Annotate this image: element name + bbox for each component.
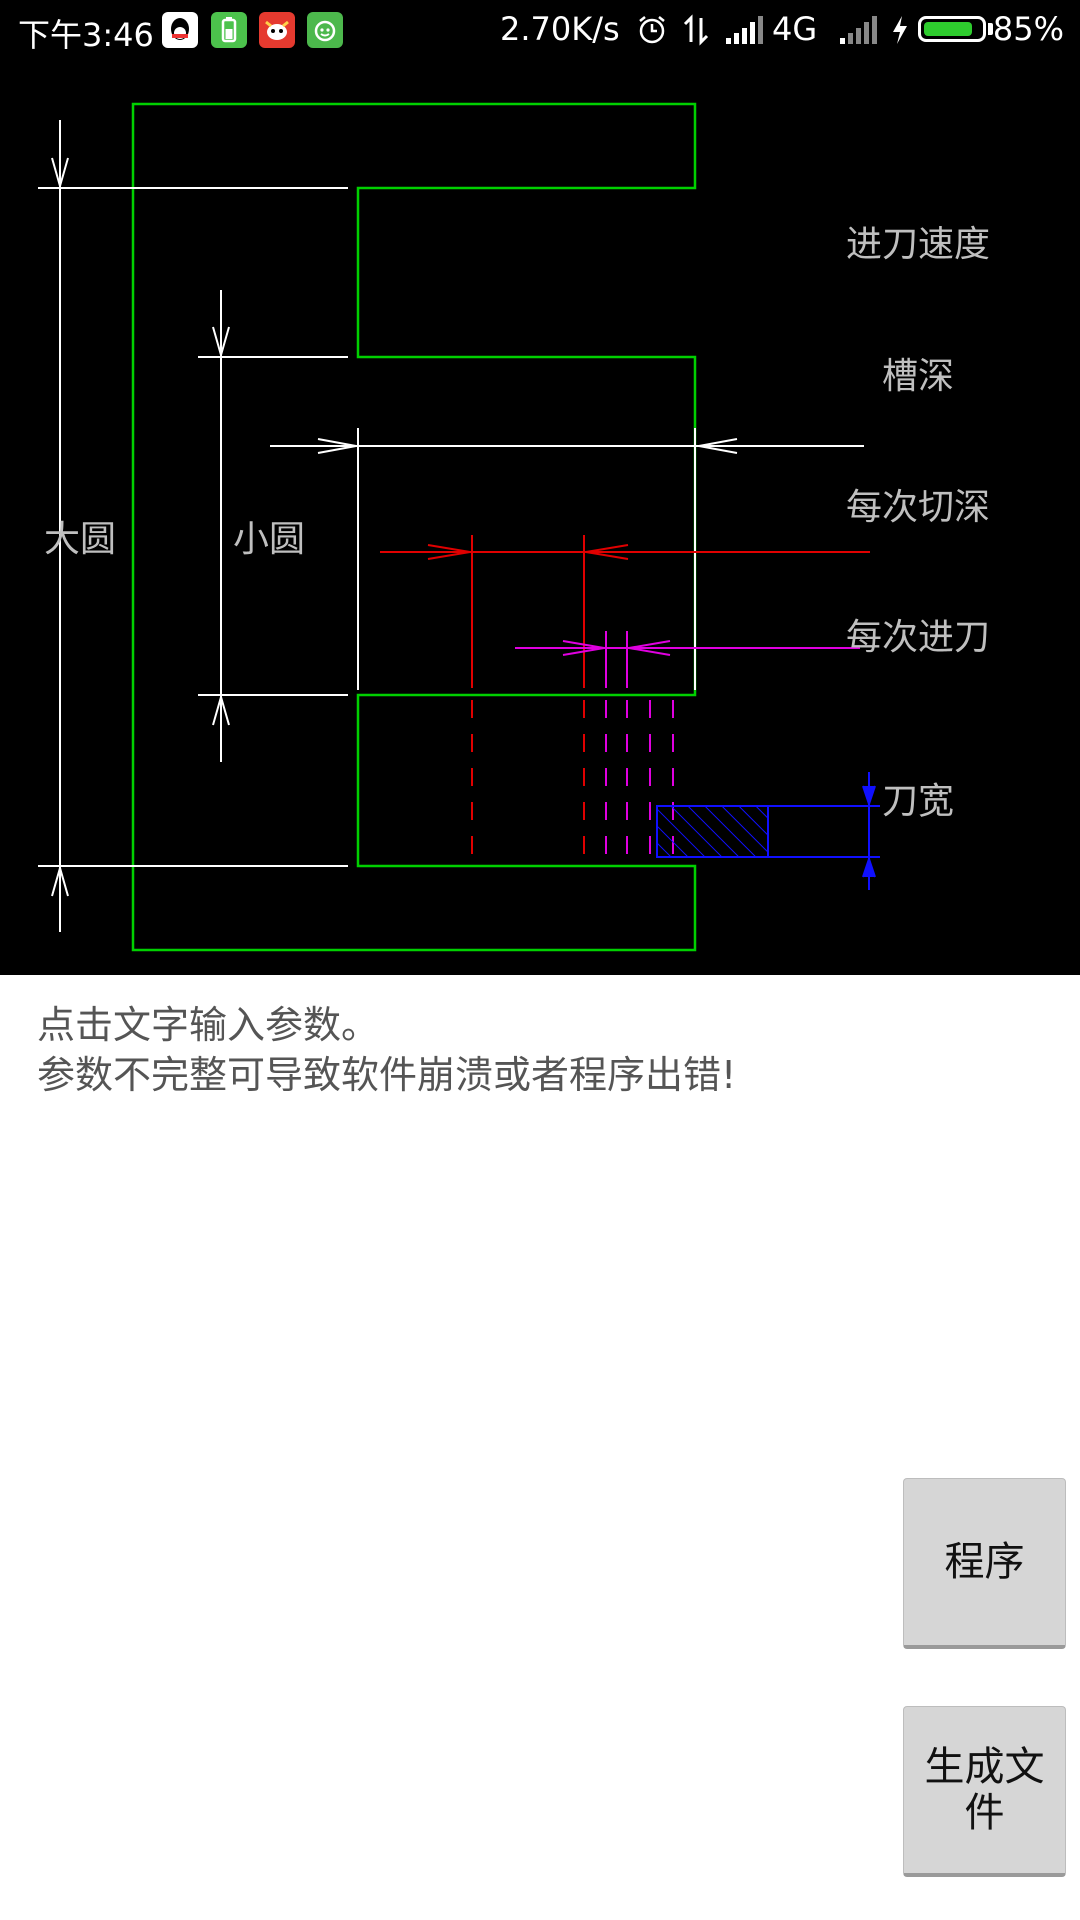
instruction-line-2: 参数不完整可导致软件崩溃或者程序出错! <box>37 1053 737 1097</box>
charging-icon <box>890 14 910 54</box>
status-bar: 下午3:46 2.70K/s 4G 85% <box>0 0 1080 60</box>
battery-icon <box>918 16 986 42</box>
data-transfer-icon <box>682 14 710 54</box>
label-feed-each[interactable]: 每次进刀 <box>846 608 990 660</box>
cut-depth-dimension <box>380 535 870 860</box>
groove-depth-dimension <box>270 428 864 690</box>
generate-file-button[interactable]: 生成文件 <box>903 1706 1066 1877</box>
instructions: 点击文字输入参数。 参数不完整可导致软件崩溃或者程序出错! <box>37 1000 736 1100</box>
qq-icon <box>162 12 198 48</box>
signal-icon <box>724 14 764 54</box>
tool-shape <box>656 772 880 890</box>
part-outline <box>131 102 697 952</box>
signal-weak-icon <box>838 14 878 54</box>
battery-percent: 85% <box>992 10 1064 48</box>
groove-diagram: 进刀速度 槽深 每次切深 每次进刀 大圆 小圆 刀宽 <box>0 60 1080 975</box>
label-large-circle[interactable]: 大圆 <box>44 510 116 562</box>
alarm-icon <box>636 14 668 54</box>
battery-fill <box>924 22 972 36</box>
network-type: 4G <box>772 10 818 48</box>
network-speed: 2.70K/s <box>500 10 620 48</box>
label-tool-width[interactable]: 刀宽 <box>882 772 954 824</box>
green-face-icon <box>307 12 343 48</box>
program-button[interactable]: 程序 <box>903 1478 1066 1649</box>
status-time: 下午3:46 <box>18 16 154 54</box>
label-groove-depth[interactable]: 槽深 <box>882 347 954 399</box>
label-feed-speed[interactable]: 进刀速度 <box>846 215 990 267</box>
battery-app-icon <box>211 12 247 48</box>
label-cut-depth-each[interactable]: 每次切深 <box>846 478 990 530</box>
red-cow-icon <box>259 12 295 48</box>
instruction-line-1: 点击文字输入参数。 <box>37 1003 380 1047</box>
label-small-circle[interactable]: 小圆 <box>233 510 305 562</box>
